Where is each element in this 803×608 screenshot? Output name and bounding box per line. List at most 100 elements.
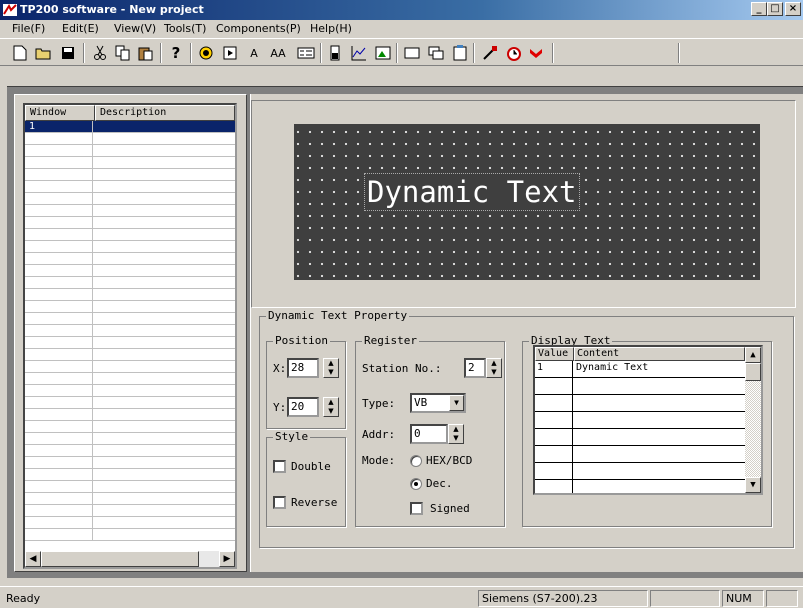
menu-components[interactable]: Components(P)	[216, 22, 301, 35]
type-select[interactable]: VB ▼	[410, 393, 466, 413]
table-row[interactable]	[25, 277, 235, 289]
table-row[interactable]	[25, 253, 235, 265]
horizontal-scrollbar[interactable]: ◀ ▶	[25, 551, 235, 567]
addr-input[interactable]: 0	[410, 424, 448, 444]
addr-spinner[interactable]: ▲ ▼	[448, 424, 464, 444]
table-row[interactable]	[535, 446, 745, 463]
open-folder-icon[interactable]	[34, 43, 54, 63]
menu-view[interactable]: View(V)	[114, 22, 156, 35]
table-row[interactable]	[25, 481, 235, 493]
value-cell[interactable]	[535, 463, 573, 480]
paste-icon[interactable]	[136, 43, 156, 63]
column-description[interactable]: Description	[95, 105, 235, 121]
table-row[interactable]	[25, 205, 235, 217]
table-row[interactable]	[25, 241, 235, 253]
table-row[interactable]	[25, 133, 235, 145]
y-input[interactable]: 20	[287, 397, 319, 417]
copy-icon[interactable]	[113, 43, 133, 63]
table-row[interactable]	[25, 421, 235, 433]
table-row[interactable]	[25, 301, 235, 313]
minimize-button[interactable]: _	[751, 2, 767, 16]
menu-edit[interactable]: Edit(E)	[62, 22, 99, 35]
rectangle-icon[interactable]	[402, 43, 422, 63]
maximize-button[interactable]: □	[767, 2, 783, 16]
table-row[interactable]: 1	[25, 121, 235, 133]
table-row[interactable]	[25, 229, 235, 241]
table-row[interactable]	[25, 493, 235, 505]
table-row[interactable]: 1 Dynamic Text	[535, 361, 745, 378]
table-row[interactable]	[25, 157, 235, 169]
vertical-scrollbar[interactable]: ▲ ▼	[745, 347, 761, 493]
dynamic-text-component[interactable]: Dynamic Text	[364, 173, 580, 211]
table-row[interactable]	[25, 325, 235, 337]
save-icon[interactable]	[58, 43, 78, 63]
table-row[interactable]	[25, 193, 235, 205]
menu-file[interactable]: File(F)	[12, 22, 45, 35]
y-spinner[interactable]: ▲ ▼	[323, 397, 339, 417]
table-row[interactable]	[535, 429, 745, 446]
compile-icon[interactable]	[480, 43, 500, 63]
table-row[interactable]	[25, 265, 235, 277]
table-row[interactable]	[25, 397, 235, 409]
chevron-down-icon[interactable]: ▼	[449, 395, 464, 411]
help-question-icon[interactable]: ?	[166, 43, 186, 63]
table-row[interactable]	[535, 378, 745, 395]
cut-icon[interactable]	[90, 43, 110, 63]
table-row[interactable]	[25, 145, 235, 157]
scroll-thumb[interactable]	[41, 551, 199, 567]
close-button[interactable]: ×	[785, 2, 801, 16]
table-row[interactable]	[535, 412, 745, 429]
column-value[interactable]: Value	[535, 347, 574, 361]
window-switch-icon[interactable]	[426, 43, 446, 63]
clipboard-icon[interactable]	[450, 43, 470, 63]
numeric-display-icon[interactable]	[296, 43, 316, 63]
value-cell[interactable]	[535, 480, 573, 493]
table-row[interactable]	[25, 445, 235, 457]
table-row[interactable]	[535, 463, 745, 480]
table-row[interactable]	[535, 480, 745, 493]
trend-chart-icon[interactable]	[349, 43, 369, 63]
table-row[interactable]	[25, 217, 235, 229]
menu-tools[interactable]: Tools(T)	[164, 22, 206, 35]
bar-graph-icon[interactable]	[325, 43, 345, 63]
table-row[interactable]	[25, 469, 235, 481]
download-arrow-icon[interactable]	[526, 43, 546, 63]
lamp-icon[interactable]	[196, 43, 216, 63]
value-cell[interactable]	[535, 429, 573, 446]
value-cell[interactable]	[535, 395, 573, 412]
hmi-screen[interactable]: Dynamic Text	[294, 124, 760, 280]
table-row[interactable]	[25, 181, 235, 193]
x-input[interactable]: 28	[287, 358, 319, 378]
signed-checkbox[interactable]	[410, 502, 423, 515]
window-list[interactable]: Window Description 1 ◀ ▶	[23, 103, 237, 569]
table-row[interactable]	[25, 349, 235, 361]
button-component-icon[interactable]	[220, 43, 240, 63]
table-row[interactable]	[25, 313, 235, 325]
double-checkbox[interactable]	[273, 460, 286, 473]
scroll-right-icon[interactable]: ▶	[219, 551, 235, 567]
table-row[interactable]	[25, 529, 235, 541]
new-file-icon[interactable]	[10, 43, 30, 63]
text-aa-icon[interactable]: AA	[268, 43, 288, 63]
scroll-up-icon[interactable]: ▲	[745, 347, 761, 363]
value-cell[interactable]	[535, 446, 573, 463]
scroll-thumb[interactable]	[745, 363, 761, 381]
column-window[interactable]: Window	[25, 105, 95, 121]
scroll-left-icon[interactable]: ◀	[25, 551, 41, 567]
table-row[interactable]	[25, 433, 235, 445]
column-content[interactable]: Content	[574, 347, 745, 361]
reverse-checkbox[interactable]	[273, 496, 286, 509]
static-text-icon[interactable]: A	[244, 43, 264, 63]
value-cell[interactable]: 1	[535, 361, 573, 378]
station-input[interactable]: 2	[464, 358, 486, 378]
table-row[interactable]	[25, 289, 235, 301]
menu-help[interactable]: Help(H)	[310, 22, 352, 35]
mode-hex-radio[interactable]	[410, 455, 422, 467]
bitmap-icon[interactable]	[373, 43, 393, 63]
table-row[interactable]	[535, 395, 745, 412]
table-row[interactable]	[25, 337, 235, 349]
table-row[interactable]	[25, 373, 235, 385]
value-cell[interactable]	[535, 412, 573, 429]
table-row[interactable]	[25, 409, 235, 421]
scroll-down-icon[interactable]: ▼	[745, 477, 761, 493]
